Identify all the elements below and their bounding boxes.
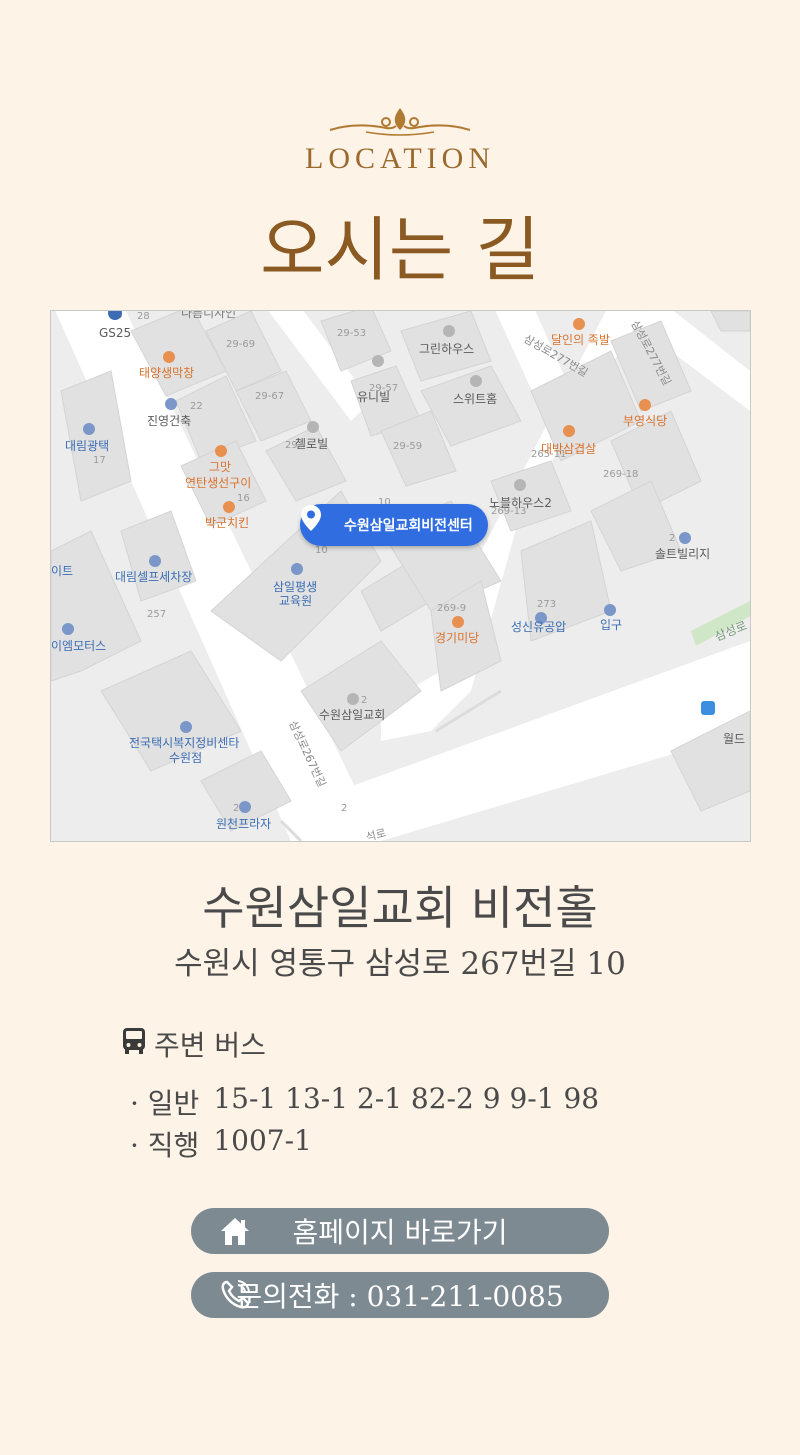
building-icon [514,479,526,491]
map-lot-number: 22 [190,401,203,412]
map-label: 대림셀프세차장 [115,570,192,584]
map-label: 진영건축 [147,414,191,428]
map-label: 전국택시복지정비센타 [129,736,239,750]
restaurant-icon [639,399,651,411]
map-label: 솔트빌리지 [655,547,710,561]
building-icon [470,375,482,387]
phone-button[interactable]: 문의전화 : 031-211-0085 [191,1272,609,1318]
map-lot-number: 16 [237,493,250,504]
map-label: 대림광택 [65,439,109,453]
section-eyebrow: LOCATION [305,142,495,175]
home-icon [217,1212,253,1250]
map-label: 월드 [723,732,745,746]
restaurant-icon [563,425,575,437]
map-label: 다름디자인 [181,311,236,320]
office-icon [165,398,177,410]
bus-route-numbers: 15-1 13-1 2-1 82-2 9 9-1 98 [213,1082,600,1115]
bus-route-numbers: 1007-1 [213,1124,312,1157]
map-label: 삼일평생 [273,580,317,594]
restaurant-icon [573,318,585,330]
carwash-icon [149,555,161,567]
church-icon [347,693,359,705]
map-label: 유니빌 [357,390,390,404]
map-lot-number: 29-67 [255,391,284,402]
map-label: 이트 [51,564,73,578]
map-label: 박군치킨 [205,516,249,530]
location-marker[interactable]: 수원삼일교회비전센터 [300,504,488,546]
phone-icon [217,1276,253,1314]
bus-route-type: · 직행 [130,1129,200,1162]
building-icon [239,801,251,813]
place-icon [679,532,691,544]
map-label: 수원삼일교회 [319,708,385,722]
map-lot-number: 29-53 [337,328,366,339]
map-label: 수원점 [169,751,202,765]
map-lot-number: 273 [537,599,556,610]
map-label: 성신유공압 [511,620,566,634]
homepage-button-label: 홈페이지 바로가기 [292,1216,508,1249]
map-lot-number: 10 [315,545,328,556]
venue-address: 수원시 영통구 삼성로 267번길 10 [174,946,626,982]
ornament-flourish [329,108,471,136]
map-label: 입구 [600,618,622,632]
map-label: 부영식당 [623,414,667,428]
entrance-icon [604,604,616,616]
map-lot-number: 2 [233,803,239,814]
bus-heading: 주변 버스 [122,1024,266,1064]
map-label: 달인의 족발 [551,333,610,347]
map-lot-number: 2 [669,533,675,544]
map-lot-number: 29-69 [226,339,255,350]
building-icon [443,325,455,337]
restaurant-icon [163,351,175,363]
location-map[interactable]: 28 29-69 29-53 22 29-67 29-57 29 29-59 1… [50,310,751,842]
bus-route-type: · 일반 [130,1087,200,1120]
map-lot-number: 28 [137,311,150,322]
map-label: 첼로빌 [295,437,328,451]
map-lot-number: 269-9 [437,603,466,614]
map-label: 연탄생선구이 [185,476,251,490]
map-label: 경기미당 [435,631,479,645]
map-label: 노블하우스2 [489,496,552,510]
bus-stop-icon [701,701,715,715]
venue-name: 수원삼일교회 비전홀 [202,881,598,935]
bus-heading-text: 주변 버스 [154,1029,266,1062]
building-icon [307,421,319,433]
restaurant-icon [215,445,227,457]
restaurant-icon [452,616,464,628]
bus-route-row: · 일반 15-1 13-1 2-1 82-2 9 9-1 98 [130,1082,599,1122]
tool-icon [83,423,95,435]
tool-icon [180,721,192,733]
education-icon [291,563,303,575]
bus-icon [122,1027,146,1062]
place-icon [62,623,74,635]
map-label: 그맛 [209,460,231,474]
map-lot-number: 2 [341,803,347,814]
map-label: 원천프라자 [216,816,271,831]
map-lot-number: 269-18 [603,469,638,480]
map-lot-number: 29-59 [393,441,422,452]
map-label: 이엠모터스 [51,639,106,653]
map-lot-number: 17 [93,455,106,466]
map-canvas: 28 29-69 29-53 22 29-67 29-57 29 29-59 1… [51,311,750,841]
phone-button-label: 문의전화 : 031-211-0085 [236,1280,564,1313]
bus-route-row: · 직행 1007-1 [130,1124,312,1164]
marker-label: 수원삼일교회비전센터 [344,518,473,534]
restaurant-icon [223,501,235,513]
map-lot-number: 257 [147,609,166,620]
map-label: 대박삼겹살 [541,442,596,456]
map-label: 교육원 [279,594,312,608]
homepage-button[interactable]: 홈페이지 바로가기 [191,1208,609,1254]
page-title: 오시는 길 [260,209,540,291]
map-label: 스위트홈 [453,392,497,406]
map-label: GS25 [99,326,131,340]
building-icon [372,355,384,367]
map-lot-number: 2 [361,695,367,706]
map-pin-icon [301,505,338,542]
map-label: 그린하우스 [419,342,474,356]
map-label: 태양생막창 [139,366,194,380]
